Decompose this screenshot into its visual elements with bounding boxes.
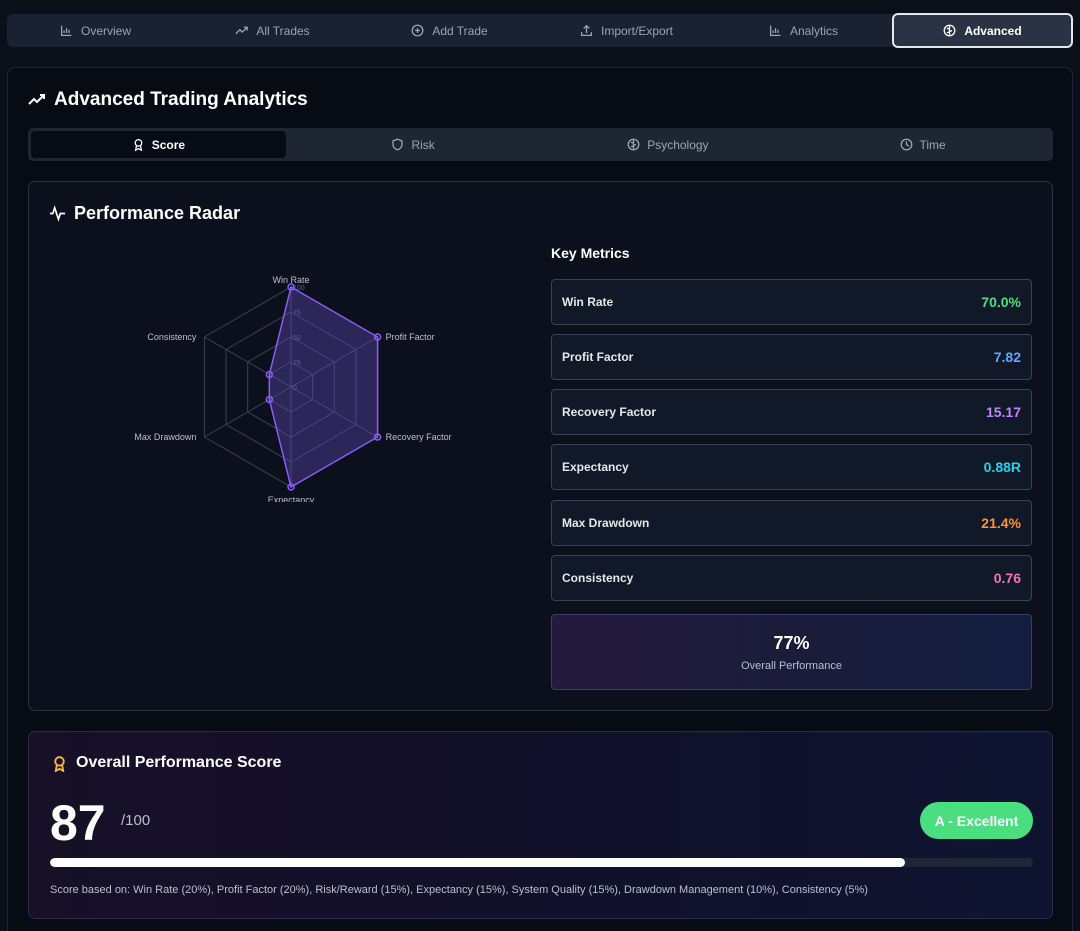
radar-title: Performance Radar <box>49 203 240 224</box>
tab-import-export[interactable]: Import/Export <box>538 14 715 47</box>
key-metrics-title: Key Metrics <box>551 245 630 261</box>
metric-value: 0.88R <box>983 459 1021 475</box>
bar-chart-icon <box>60 25 72 37</box>
radar-title-text: Performance Radar <box>74 203 241 223</box>
radar-axis-label: Expectancy <box>268 495 315 502</box>
metric-recovery-factor: Recovery Factor 15.17 <box>551 389 1032 435</box>
grade-badge: A - Excellent <box>920 802 1033 839</box>
tab-label: Risk <box>411 137 435 152</box>
tab-label: Advanced <box>964 23 1022 38</box>
tab-label: Import/Export <box>600 23 674 38</box>
metric-value: 21.4% <box>981 515 1021 531</box>
tab-psychology[interactable]: Psychology <box>541 131 796 158</box>
trend-up-icon <box>28 94 45 105</box>
score-value: 87 <box>50 795 106 851</box>
tab-label: Time <box>919 137 946 152</box>
tab-label: Analytics <box>789 23 839 38</box>
score-progress-fill <box>50 858 906 867</box>
radar-chart: 0255075100Win RateProfit FactorRecovery … <box>134 275 452 502</box>
tab-label: Score <box>151 137 186 152</box>
metric-value: 0.76 <box>993 570 1021 586</box>
metric-label: Expectancy <box>562 460 629 474</box>
plus-circle-icon <box>411 24 424 37</box>
tab-label: Psychology <box>647 137 709 152</box>
metric-profit-factor: Profit Factor 7.82 <box>551 334 1032 380</box>
tab-label: All Trades <box>256 23 310 38</box>
score-note: Score based on: Win Rate (20%), Profit F… <box>50 884 868 896</box>
overall-performance-label: Overall Performance <box>741 659 842 672</box>
performance-radar-card: Performance Radar 0 25 50 75 100 Win Rate Prof… <box>28 181 1053 711</box>
tab-label: Overview <box>80 23 131 38</box>
tab-time[interactable]: Time <box>795 131 1050 158</box>
metric-label: Profit Factor <box>562 350 634 364</box>
page-title: Advanced Trading Analytics <box>28 89 308 111</box>
award-icon <box>54 755 65 772</box>
score-progress-bar <box>50 858 1033 867</box>
trend-up-icon <box>235 26 249 35</box>
overall-performance-box: 77% Overall Performance <box>551 614 1032 690</box>
award-icon <box>134 138 143 151</box>
score-title-text: Overall Performance Score <box>76 754 282 771</box>
metric-label: Win Rate <box>562 295 614 309</box>
tab-risk[interactable]: Risk <box>286 131 541 158</box>
tab-label: Add Trade <box>432 23 488 38</box>
radar-axis-label: Win Rate <box>272 275 309 285</box>
activity-icon <box>49 205 66 222</box>
metric-win-rate: Win Rate 70.0% <box>551 279 1032 325</box>
metric-value: 70.0% <box>981 294 1021 310</box>
metric-consistency: Consistency 0.76 <box>551 555 1032 601</box>
tab-add-trade[interactable]: Add Trade <box>361 14 538 47</box>
metric-expectancy: Expectancy 0.88R <box>551 444 1032 490</box>
page-title-text: Advanced Trading Analytics <box>54 89 308 110</box>
upload-icon <box>580 24 593 37</box>
tab-advanced[interactable]: Advanced <box>892 13 1073 48</box>
main-nav: Overview All Trades Add Trade Import/Exp… <box>7 13 1073 48</box>
metric-label: Max Drawdown <box>562 516 650 530</box>
overall-performance-value: 77% <box>773 632 810 653</box>
tab-all-trades[interactable]: All Trades <box>184 14 361 47</box>
analytics-subtabs: Score Risk Psychology Time <box>28 128 1053 161</box>
bar-chart-icon <box>769 25 781 37</box>
tab-analytics[interactable]: Analytics <box>715 14 892 47</box>
radar-axis-label: Recovery Factor <box>386 432 452 442</box>
tab-score[interactable]: Score <box>31 131 286 158</box>
shield-icon <box>392 138 404 151</box>
radar-axis-label: Profit Factor <box>386 332 435 342</box>
brain-icon <box>943 24 956 37</box>
radar-axis-label: Consistency <box>147 332 197 342</box>
score-denominator: /100 <box>121 812 151 829</box>
metric-value: 15.17 <box>985 404 1021 420</box>
score-title: Overall Performance Score <box>51 754 281 772</box>
advanced-analytics-panel: Advanced Trading Analytics Score Risk Ps… <box>7 67 1073 931</box>
metric-label: Consistency <box>562 571 634 585</box>
brain-icon <box>627 138 640 151</box>
metric-value: 7.82 <box>993 349 1021 365</box>
tab-overview[interactable]: Overview <box>7 14 184 47</box>
radar-series-area <box>268 285 379 489</box>
metric-label: Recovery Factor <box>562 405 657 419</box>
overall-score-card: Overall Performance Score 87 /100 A - Ex… <box>28 731 1053 919</box>
radar-axis-label: Max Drawdown <box>134 432 196 442</box>
metric-max-drawdown: Max Drawdown 21.4% <box>551 500 1032 546</box>
clock-icon <box>900 138 912 151</box>
